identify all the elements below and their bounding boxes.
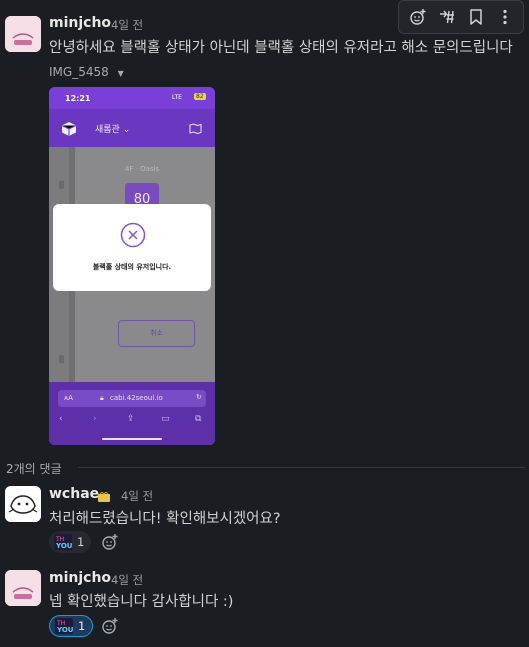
add-reaction-icon	[102, 534, 118, 550]
share-icon: ⇪	[127, 414, 135, 424]
add-reaction-button[interactable]	[98, 615, 122, 637]
phone-url-bar: ᴀA 🔒︎ cabi.42seoul.io ↻	[58, 390, 206, 407]
reply-in-thread-icon[interactable]	[435, 5, 459, 29]
phone-status-bar: 12:21 LTE 82	[49, 87, 215, 109]
bookmark-icon[interactable]	[464, 5, 488, 29]
reload-icon: ↻	[196, 393, 202, 401]
svg-text:YOU: YOU	[56, 626, 73, 634]
timestamp[interactable]: 4일 전	[111, 17, 143, 33]
filename-text: IMG_5458	[49, 65, 109, 79]
cube-logo-icon	[61, 122, 77, 136]
reaction-count: 1	[77, 535, 85, 549]
error-x-icon	[120, 222, 146, 248]
home-indicator	[102, 438, 162, 440]
message-text: 넵 확인했습니다 감사합니다 :)	[49, 594, 234, 610]
status-emoji-icon[interactable]	[97, 488, 111, 502]
thank-you-emoji-icon: THYOU	[55, 618, 73, 634]
replies-count-label: 2개의 댓글	[6, 462, 62, 476]
book-icon: ▭	[161, 414, 170, 424]
floor-label: 4F · Oasis	[125, 165, 160, 173]
phone-browser-bar: ᴀA 🔒︎ cabi.42seoul.io ↻ ‹ › ⇪ ▭ ⧉	[49, 382, 215, 445]
message-text: 처리해드렸습니다! 확인해보시겠어요?	[49, 511, 281, 527]
thread-divider	[78, 467, 525, 468]
add-reaction-button[interactable]	[98, 531, 122, 553]
map-icon	[189, 123, 202, 134]
tabs-icon: ⧉	[195, 414, 202, 424]
add-reaction-icon	[102, 618, 118, 634]
cancel-button: 취소	[118, 320, 195, 347]
reaction-pill-selected[interactable]: TH YOU 1	[49, 615, 94, 637]
phone-alert-dialog: 블랙홀 상태의 유저입니다.	[53, 204, 211, 291]
reader-aa: ᴀA	[64, 394, 73, 402]
message-actions-toolbar	[398, 0, 524, 34]
timestamp[interactable]: 4일 전	[111, 572, 143, 588]
lock-icon: 🔒︎	[100, 394, 104, 402]
chevron-down-icon[interactable]: ▼	[118, 69, 124, 78]
phone-app-header: 새롬관 ⌄	[49, 109, 215, 147]
avatar[interactable]	[5, 16, 41, 52]
image-attachment[interactable]: 12:21 LTE 82 새롬관 ⌄ 4F · Oasis 80 취소 블랙홀 …	[49, 87, 215, 445]
phone-network: LTE	[172, 94, 182, 101]
timestamp[interactable]: 4일 전	[121, 488, 153, 504]
message-text: 안녕하세요 블랙홀 상태가 아닌데 블랙홀 상태의 유저라고 해소 문의드립니다	[49, 40, 513, 56]
add-reaction-icon[interactable]	[406, 5, 430, 29]
reaction-pill[interactable]: TH YOU 1	[49, 531, 92, 553]
phone-battery: 82	[194, 93, 206, 100]
attachment-filename[interactable]: IMG_5458 ▼	[49, 65, 124, 79]
browser-nav-icons: ‹ › ⇪ ▭ ⧉	[49, 414, 215, 428]
back-icon: ‹	[59, 414, 63, 424]
reaction-count: 1	[78, 619, 86, 633]
thank-you-emoji-icon: THYOU	[54, 534, 72, 550]
author-name[interactable]: minjcho	[49, 15, 111, 31]
author-name[interactable]: minjcho	[49, 570, 111, 586]
dialog-text: 블랙홀 상태의 유저입니다.	[92, 263, 172, 271]
avatar[interactable]	[5, 570, 41, 606]
url-text: cabi.42seoul.io	[110, 394, 163, 402]
author-name[interactable]: wchae	[49, 486, 99, 502]
forward-icon: ›	[93, 414, 97, 424]
svg-text:YOU: YOU	[55, 542, 72, 550]
more-actions-icon[interactable]	[493, 5, 517, 29]
phone-time: 12:21	[65, 94, 91, 103]
avatar[interactable]	[5, 486, 41, 522]
campus-selector: 새롬관 ⌄	[95, 125, 131, 135]
